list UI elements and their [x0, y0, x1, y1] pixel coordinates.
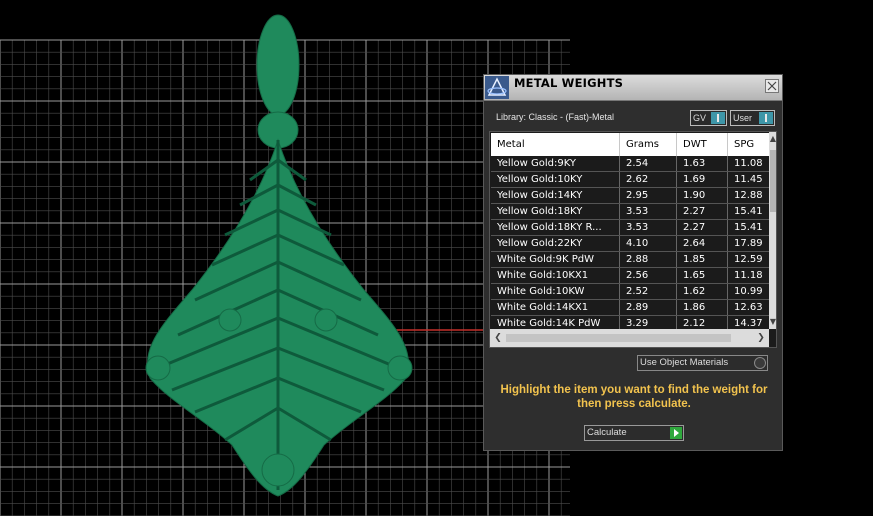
- cell-grams: 3.53: [620, 220, 677, 235]
- cell-spg: 12.59: [728, 252, 771, 267]
- pendant-flower-left: [145, 355, 171, 381]
- scroll-down-icon[interactable]: ▼: [769, 316, 776, 328]
- cell-spg: 10.99: [728, 284, 771, 299]
- cell-dwt: 2.12: [677, 316, 728, 329]
- cell-spg: 15.41: [728, 220, 771, 235]
- metal-weights-table[interactable]: Metal Grams DWT SPG Yellow Gold:9KY 2.54 1…: [489, 131, 777, 348]
- pendant-flower-right: [387, 355, 413, 381]
- table-row[interactable]: Yellow Gold:14KY 2.95 1.90 12.88: [491, 188, 771, 204]
- table-row[interactable]: Yellow Gold:22KY 4.10 2.64 17.89: [491, 236, 771, 252]
- cell-spg: 12.63: [728, 300, 771, 315]
- cell-spg: 15.41: [728, 204, 771, 219]
- table-row[interactable]: Yellow Gold:18KY R... 3.53 2.27 15.41: [491, 220, 771, 236]
- user-toggle-label: User: [733, 113, 753, 123]
- table-row[interactable]: Yellow Gold:18KY 3.53 2.27 15.41: [491, 204, 771, 220]
- table-row[interactable]: Yellow Gold:10KY 2.62 1.69 11.45: [491, 172, 771, 188]
- horizontal-scrollbar[interactable]: ❮ ❯: [490, 329, 769, 347]
- table-row[interactable]: White Gold:14K PdW 3.29 2.12 14.37: [491, 316, 771, 329]
- cell-spg: 11.45: [728, 172, 771, 187]
- play-arrow-icon: [670, 427, 682, 439]
- cell-grams: 2.54: [620, 156, 677, 171]
- pendant-flower-mid-right: [314, 308, 338, 332]
- cell-spg: 11.18: [728, 268, 771, 283]
- cell-metal: Yellow Gold:18KY: [491, 204, 620, 219]
- use-object-materials-dropdown[interactable]: Use Object Materials: [637, 355, 768, 371]
- table-row[interactable]: White Gold:14KX1 2.89 1.86 12.63: [491, 300, 771, 316]
- scroll-left-icon[interactable]: ❮: [492, 329, 504, 347]
- calculate-button[interactable]: Calculate: [584, 425, 684, 441]
- cell-dwt: 1.86: [677, 300, 728, 315]
- table-body: Yellow Gold:9KY 2.54 1.63 11.08 Yellow Gold:…: [491, 156, 771, 329]
- pendant-model[interactable]: [145, 14, 413, 497]
- table-header: Metal Grams DWT SPG: [491, 133, 771, 156]
- cell-grams: 4.10: [620, 236, 677, 251]
- cell-metal: Yellow Gold:22KY: [491, 236, 620, 251]
- scroll-up-icon[interactable]: ▲: [769, 133, 776, 145]
- cell-metal: White Gold:9K PdW: [491, 252, 620, 267]
- cell-grams: 2.52: [620, 284, 677, 299]
- close-button[interactable]: [765, 79, 779, 93]
- scroll-right-icon[interactable]: ❯: [755, 329, 767, 347]
- cell-dwt: 1.62: [677, 284, 728, 299]
- cell-metal: White Gold:14K PdW: [491, 316, 620, 329]
- horizontal-scroll-thumb[interactable]: [506, 334, 731, 342]
- user-toggle[interactable]: User: [730, 110, 775, 126]
- cell-grams: 2.62: [620, 172, 677, 187]
- cell-metal: White Gold:10KW: [491, 284, 620, 299]
- cell-metal: White Gold:14KX1: [491, 300, 620, 315]
- cell-metal: Yellow Gold:18KY R...: [491, 220, 620, 235]
- cell-spg: 11.08: [728, 156, 771, 171]
- pendant-bail: [256, 14, 300, 116]
- cell-dwt: 1.85: [677, 252, 728, 267]
- instruction-text: Highlight the item you want to find the …: [500, 384, 768, 410]
- cell-dwt: 1.69: [677, 172, 728, 187]
- library-label: Library: Classic - (Fast)-Metal: [496, 112, 615, 122]
- cell-metal: White Gold:10KX1: [491, 268, 620, 283]
- cell-spg: 12.88: [728, 188, 771, 203]
- cell-metal: Yellow Gold:10KY: [491, 172, 620, 187]
- vertical-scrollbar[interactable]: ▲ ▼: [769, 132, 776, 329]
- cell-dwt: 2.64: [677, 236, 728, 251]
- materials-dropdown-label: Use Object Materials: [640, 357, 729, 368]
- table-row[interactable]: Yellow Gold:9KY 2.54 1.63 11.08: [491, 156, 771, 172]
- app-logo-icon: [485, 76, 509, 99]
- cell-dwt: 1.63: [677, 156, 728, 171]
- dialog-title: METAL WEIGHTS: [514, 76, 624, 90]
- cell-metal: Yellow Gold:9KY: [491, 156, 620, 171]
- cell-dwt: 1.90: [677, 188, 728, 203]
- table-row[interactable]: White Gold:10KW 2.52 1.62 10.99: [491, 284, 771, 300]
- dropdown-icon: [754, 357, 766, 369]
- cell-grams: 3.53: [620, 204, 677, 219]
- cell-grams: 2.89: [620, 300, 677, 315]
- close-icon: [767, 81, 777, 91]
- column-header-metal[interactable]: Metal: [491, 133, 620, 156]
- cell-grams: 2.95: [620, 188, 677, 203]
- cell-dwt: 2.27: [677, 220, 728, 235]
- cell-dwt: 2.27: [677, 204, 728, 219]
- cell-grams: 2.56: [620, 268, 677, 283]
- gv-toggle[interactable]: GV: [690, 110, 727, 126]
- gv-toggle-label: GV: [693, 113, 707, 123]
- cell-grams: 2.88: [620, 252, 677, 267]
- table-row[interactable]: White Gold:10KX1 2.56 1.65 11.18: [491, 268, 771, 284]
- cell-spg: 14.37: [728, 316, 771, 329]
- cell-spg: 17.89: [728, 236, 771, 251]
- dialog-titlebar[interactable]: METAL WEIGHTS: [484, 75, 782, 101]
- toggle-switch-icon: [711, 112, 725, 124]
- column-header-grams[interactable]: Grams: [620, 133, 677, 156]
- pendant-flower-bottom: [261, 453, 295, 487]
- cell-grams: 3.29: [620, 316, 677, 329]
- column-header-spg[interactable]: SPG: [728, 133, 771, 156]
- metal-weights-dialog[interactable]: METAL WEIGHTS Library: Classic - (Fast)-…: [483, 74, 783, 451]
- table-row[interactable]: White Gold:9K PdW 2.88 1.85 12.59: [491, 252, 771, 268]
- column-header-dwt[interactable]: DWT: [677, 133, 728, 156]
- cell-dwt: 1.65: [677, 268, 728, 283]
- toggle-switch-icon: [759, 112, 773, 124]
- cell-metal: Yellow Gold:14KY: [491, 188, 620, 203]
- vertical-scroll-thumb[interactable]: [770, 150, 776, 212]
- calculate-label: Calculate: [587, 427, 627, 438]
- pendant-flower-mid-left: [218, 308, 242, 332]
